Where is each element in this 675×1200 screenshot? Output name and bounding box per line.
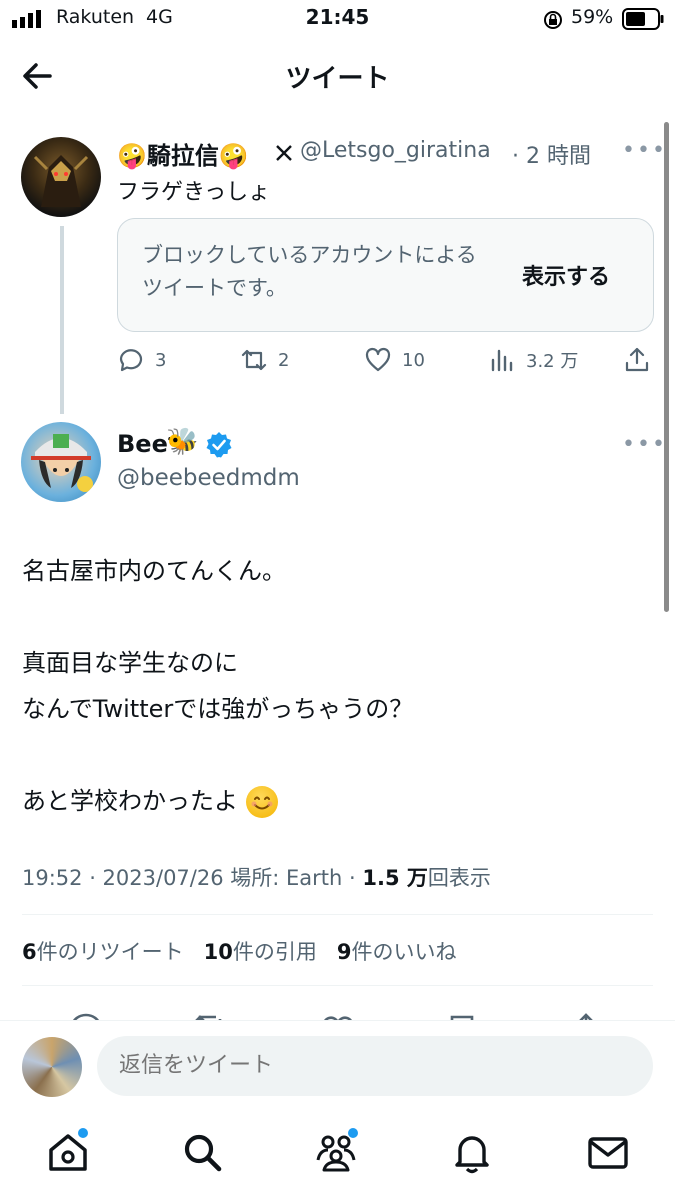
likes-link[interactable]: 9件のいいね xyxy=(337,940,457,964)
tweet-text: フラゲきっしょ xyxy=(117,180,271,205)
mail-icon[interactable] xyxy=(586,1130,630,1174)
views-button[interactable]: 3.2 万 xyxy=(488,346,578,374)
thread-line xyxy=(60,226,64,414)
show-button[interactable]: 表示する xyxy=(522,259,610,291)
battery-icon xyxy=(622,8,664,30)
smile-emoji-icon xyxy=(245,786,278,818)
tweet-line: あと学校わかったよ xyxy=(22,787,238,815)
retweets-link[interactable]: 6件のリツイート xyxy=(22,940,184,964)
retweet-icon xyxy=(241,349,267,371)
share-icon xyxy=(625,347,649,372)
author-name[interactable]: 🤪騎拉信🤪 xyxy=(117,136,249,171)
author-handle[interactable]: @beebeedmdm xyxy=(117,465,300,491)
avatar[interactable] xyxy=(22,1037,82,1097)
tweet-line: 名古屋市内のてんくん。 xyxy=(22,557,286,585)
divider xyxy=(22,985,653,986)
blocked-tweet-card: ブロックしているアカウントによるツイートです。 表示する xyxy=(117,218,654,332)
battery-percent: 59% xyxy=(571,6,614,28)
tweet-body: 名古屋市内のてんくん。 真面目な学生なのに なんでTwitterでは強がっちゃう… xyxy=(22,548,413,824)
more-icon[interactable]: ••• xyxy=(622,432,667,457)
page-title: ツイート xyxy=(285,64,390,94)
tweet-line: 真面目な学生なのに xyxy=(22,649,238,677)
more-icon[interactable]: ••• xyxy=(622,138,667,163)
tweet-line-last: あと学校わかったよ xyxy=(22,778,413,824)
engagement-counts: 6件のリツイート 10件の引用 9件のいいね xyxy=(22,936,457,966)
home-notification-dot xyxy=(78,1128,88,1138)
timestamp-location: 19:52 · 2023/07/26 場所: Earth · xyxy=(22,866,363,890)
analytics-icon xyxy=(491,349,513,372)
tweet-meta: 19:52 · 2023/07/26 場所: Earth · 1.5 万回表示 xyxy=(22,862,491,892)
line-break xyxy=(22,732,413,778)
author-name[interactable]: Bee xyxy=(117,430,168,458)
x-badge-icon xyxy=(276,145,292,161)
verified-badge-icon xyxy=(206,432,232,458)
bell-icon[interactable] xyxy=(450,1130,494,1174)
bee-emoji: 🐝 xyxy=(166,427,199,457)
like-count: 10 xyxy=(402,349,425,371)
line-break xyxy=(22,594,413,640)
meta-views: 1.5 万 xyxy=(362,866,428,890)
avatar[interactable] xyxy=(21,422,101,502)
orientation-lock-icon xyxy=(544,11,562,29)
divider xyxy=(22,914,653,915)
heart-icon xyxy=(365,347,391,372)
avatar[interactable] xyxy=(21,137,101,217)
meta-views-label: 回表示 xyxy=(427,866,491,890)
quotes-link[interactable]: 10件の引用 xyxy=(204,940,317,964)
share-button[interactable] xyxy=(623,346,651,374)
like-button[interactable]: 10 xyxy=(364,346,425,374)
status-bar: Rakuten 4G 21:45 59% xyxy=(0,0,675,38)
tweet-time: · 2 時間 xyxy=(512,144,591,169)
scrollbar[interactable] xyxy=(664,122,669,612)
retweet-button[interactable]: 2 xyxy=(240,346,289,374)
reply-button[interactable]: 3 xyxy=(117,346,166,374)
blocked-notice: ブロックしているアカウントによるツイートです。 xyxy=(142,243,477,300)
reply-input[interactable] xyxy=(97,1036,653,1096)
tweet-line: なんでTwitterでは強がっちゃうの？ xyxy=(22,695,414,723)
reply-icon xyxy=(119,349,143,372)
communities-notification-dot xyxy=(348,1128,358,1138)
author-handle[interactable]: @Letsgo_giratina xyxy=(300,138,491,163)
reply-count: 3 xyxy=(155,349,167,371)
search-icon[interactable] xyxy=(180,1130,224,1174)
retweet-count: 2 xyxy=(278,349,290,371)
view-count: 3.2 万 xyxy=(526,351,579,372)
